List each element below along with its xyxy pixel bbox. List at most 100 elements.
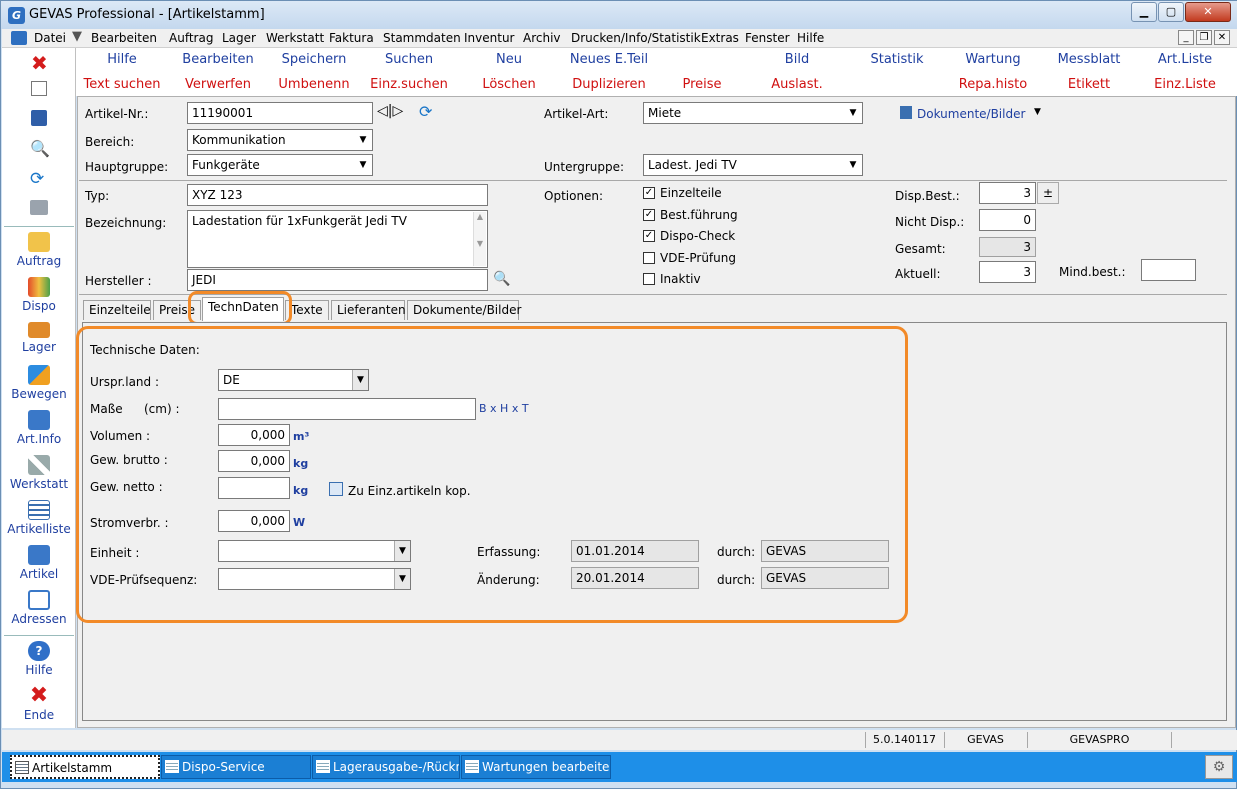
plus-minus-button[interactable]: ±	[1037, 182, 1059, 204]
menu-drucken[interactable]: Drucken/Info/Statistik	[571, 31, 701, 45]
dispo-check-checkbox[interactable]: ✓	[643, 230, 655, 242]
menu-fenster[interactable]: Fenster	[745, 31, 790, 45]
mind-best-input[interactable]	[1141, 259, 1196, 281]
sidebar-item-dispo[interactable]: Dispo	[2, 277, 76, 313]
toolbar-speichern[interactable]: Speichern	[274, 52, 354, 67]
prev-next-arrows-icon[interactable]: ◁|▷	[377, 103, 403, 119]
mdi-minimize-button[interactable]: _	[1178, 30, 1194, 45]
menu-archiv[interactable]: Archiv	[523, 31, 561, 45]
menu-werkstatt[interactable]: Werkstatt	[266, 31, 324, 45]
dropdown-arrow-icon[interactable]: ▼	[1034, 107, 1041, 117]
app-icon[interactable]: G	[8, 7, 25, 24]
task-wartungen[interactable]: Wartungen bearbeiten	[461, 755, 611, 779]
toolbar-art-liste[interactable]: Art.Liste	[1145, 52, 1225, 67]
toolbar-umbenenn[interactable]: Umbenenn	[274, 77, 354, 92]
toolbar-preise[interactable]: Preise	[662, 77, 742, 92]
toolbar-duplizieren[interactable]: Duplizieren	[564, 77, 654, 92]
tab-einzelteile[interactable]: Einzelteile	[83, 300, 151, 320]
nicht-disp-input[interactable]: 0	[979, 209, 1036, 231]
hauptgruppe-select[interactable]: Funkgeräte ▼	[187, 154, 373, 176]
volumen-input[interactable]: 0,000	[218, 424, 290, 446]
artikel-art-select[interactable]: Miete ▼	[643, 102, 863, 124]
einzelteile-checkbox[interactable]: ✓	[643, 187, 655, 199]
ursprland-select[interactable]: DE ▼	[218, 369, 369, 391]
task-dispo-service[interactable]: Dispo-Service	[161, 755, 311, 779]
task-lagerausgabe[interactable]: Lagerausgabe-/Rückn...	[312, 755, 460, 779]
menu-dropdown-icon[interactable]: ▼	[72, 29, 82, 44]
save-icon[interactable]	[31, 110, 47, 126]
toolbar-auslast[interactable]: Auslast.	[757, 77, 837, 92]
artikel-nr-input[interactable]: 11190001	[187, 102, 373, 124]
best-fuehrung-checkbox[interactable]: ✓	[643, 209, 655, 221]
mdi-restore-button[interactable]: ❐	[1196, 30, 1212, 45]
menu-auftrag[interactable]: Auftrag	[169, 31, 213, 45]
hersteller-input[interactable]: JEDI	[187, 269, 488, 291]
sidebar-item-bewegen[interactable]: Bewegen	[2, 365, 76, 401]
dokumente-link[interactable]: Dokumente/Bilder	[917, 107, 1025, 121]
sidebar-item-werkstatt[interactable]: Werkstatt	[2, 455, 76, 491]
menu-datei[interactable]: Datei	[34, 31, 66, 45]
menu-inventur[interactable]: Inventur	[464, 31, 514, 45]
menu-faktura[interactable]: Faktura	[329, 31, 374, 45]
einheit-select[interactable]: ▼	[218, 540, 411, 562]
task-artikelstamm[interactable]: Artikelstamm	[10, 755, 160, 779]
masse-input[interactable]	[218, 398, 476, 420]
toolbar-neu[interactable]: Neu	[469, 52, 549, 67]
menu-bearbeiten[interactable]: Bearbeiten	[91, 31, 157, 45]
copy-to-single-items-link[interactable]: Zu Einz.artikeln kop.	[348, 484, 471, 498]
bezeichnung-textarea[interactable]: Ladestation für 1xFunkgerät Jedi TV	[187, 210, 488, 268]
document-icon[interactable]	[11, 31, 27, 45]
settings-gear-icon[interactable]: ⚙	[1205, 755, 1233, 779]
toolbar-hilfe[interactable]: Hilfe	[82, 52, 162, 67]
search-icon[interactable]: 🔍	[30, 139, 50, 158]
menu-extras[interactable]: Extras	[701, 31, 739, 45]
copy-icon[interactable]	[329, 482, 343, 496]
gew-brutto-input[interactable]: 0,000	[218, 450, 290, 472]
mdi-close-button[interactable]: ✕	[1214, 30, 1230, 45]
print-icon[interactable]	[30, 200, 48, 215]
refresh-icon[interactable]: ⟳	[30, 169, 44, 189]
toolbar-neues-eteil[interactable]: Neues E.Teil	[564, 52, 654, 67]
close-button[interactable]: ✕	[1185, 2, 1231, 22]
disp-best-input[interactable]: 3	[979, 182, 1036, 204]
tab-lieferanten[interactable]: Lieferanten	[331, 300, 406, 320]
toolbar-bild[interactable]: Bild	[757, 52, 837, 67]
close-x-icon[interactable]: ✖	[31, 51, 48, 75]
toolbar-etikett[interactable]: Etikett	[1049, 77, 1129, 92]
gew-netto-input[interactable]	[218, 477, 290, 499]
sidebar-item-adressen[interactable]: Adressen	[2, 590, 76, 626]
sidebar-item-artikelliste[interactable]: Artikelliste	[2, 500, 76, 536]
sidebar-item-lager[interactable]: Lager	[2, 322, 76, 354]
toolbar-wartung[interactable]: Wartung	[953, 52, 1033, 67]
menu-hilfe[interactable]: Hilfe	[797, 31, 824, 45]
sidebar-item-artikel[interactable]: Artikel	[2, 545, 76, 581]
sidebar-item-art-info[interactable]: Art.Info	[2, 410, 76, 446]
vde-pruefung-checkbox[interactable]	[643, 252, 655, 264]
inaktiv-checkbox[interactable]	[643, 273, 655, 285]
menu-stammdaten[interactable]: Stammdaten	[383, 31, 461, 45]
tab-dokumente-bilder[interactable]: Dokumente/Bilder	[407, 300, 521, 320]
toolbar-einz-suchen[interactable]: Einz.suchen	[364, 77, 454, 92]
toolbar-einz-liste[interactable]: Einz.Liste	[1145, 77, 1225, 92]
toolbar-statistik[interactable]: Statistik	[857, 52, 937, 67]
minimize-button[interactable]: ▁	[1131, 2, 1157, 22]
sidebar-item-auftrag[interactable]: Auftrag	[2, 232, 76, 268]
toolbar-messblatt[interactable]: Messblatt	[1049, 52, 1129, 67]
aktuell-input[interactable]: 3	[979, 261, 1036, 283]
sidebar-item-ende[interactable]: ✖ Ende	[2, 685, 76, 723]
toolbar-verwerfen[interactable]: Verwerfen	[178, 77, 258, 92]
toolbar-repa-histo[interactable]: Repa.histo	[953, 77, 1033, 92]
toolbar-bearbeiten[interactable]: Bearbeiten	[178, 52, 258, 67]
untergruppe-select[interactable]: Ladest. Jedi TV ▼	[643, 154, 863, 176]
maximize-button[interactable]: ▢	[1158, 2, 1184, 22]
toolbar-suchen[interactable]: Suchen	[369, 52, 449, 67]
textarea-scrollbar[interactable]: ▲ ▼	[473, 212, 486, 266]
toolbar-text-suchen[interactable]: Text suchen	[76, 77, 168, 92]
search-icon[interactable]: 🔍	[493, 271, 510, 287]
sidebar-item-hilfe[interactable]: ? Hilfe	[2, 641, 76, 677]
blank-page-icon[interactable]	[31, 81, 47, 96]
refresh-icon[interactable]: ⟳	[419, 102, 432, 121]
stromverbr-input[interactable]: 0,000	[218, 510, 290, 532]
vde-pruefsequenz-select[interactable]: ▼	[218, 568, 411, 590]
typ-input[interactable]: XYZ 123	[187, 184, 488, 206]
